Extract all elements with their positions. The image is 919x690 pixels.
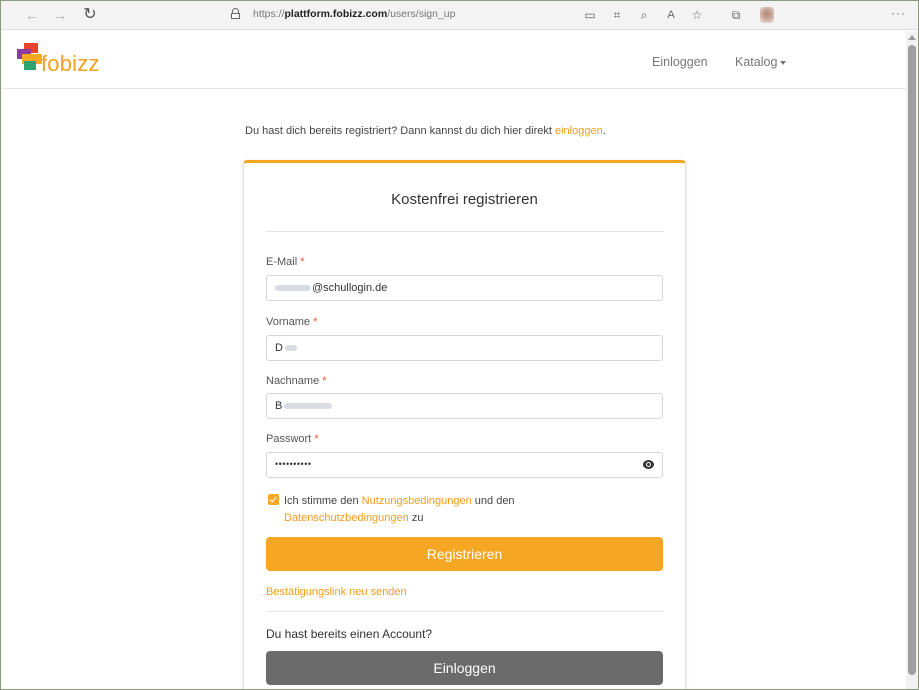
favorites-icon[interactable]: ☆ — [688, 6, 706, 24]
logo-text: fobizz — [41, 51, 100, 76]
eye-icon[interactable] — [643, 460, 654, 469]
privacy-policy-link[interactable]: Datenschutzbedingungen — [284, 512, 409, 524]
intro-login-link[interactable]: einloggen — [555, 125, 603, 137]
read-aloud-icon[interactable]: ▭ — [581, 6, 599, 24]
already-registered-text: Du hast dich bereits registriert? Dann k… — [245, 125, 606, 137]
redacted-text — [284, 403, 333, 410]
nav-katalog-label: Katalog — [735, 55, 778, 69]
lastname-field[interactable]: B — [266, 393, 663, 419]
text-size-icon[interactable]: A — [662, 6, 680, 24]
email-field[interactable]: @schullogin.de — [266, 275, 663, 301]
redacted-text — [284, 345, 297, 352]
firstname-field[interactable]: D — [266, 335, 663, 361]
nav-katalog-dropdown[interactable]: Katalog — [735, 55, 787, 69]
redacted-text — [275, 285, 311, 292]
checkmark-icon — [269, 494, 277, 503]
email-label: E-Mail * — [266, 256, 305, 268]
logo-mark-icon — [17, 43, 43, 71]
login-button[interactable]: Einloggen — [266, 651, 663, 685]
forward-arrow-icon[interactable]: → — [49, 5, 71, 25]
browser-toolbar: ← → ↻ https://plattform.fobizz.com/users… — [1, 1, 918, 30]
divider — [266, 231, 664, 232]
url-text[interactable]: https://plattform.fobizz.com/users/sign_… — [253, 8, 455, 20]
collections-icon[interactable]: ⧉ — [727, 6, 745, 24]
card-title: Kostenfrei registrieren — [391, 191, 538, 208]
site-header: fobizz Einloggen Katalog — [1, 31, 906, 89]
chevron-down-icon — [780, 60, 787, 65]
password-label: Passwort * — [266, 433, 319, 445]
divider — [266, 611, 664, 612]
split-screen-icon[interactable]: ⌗ — [608, 6, 626, 24]
registration-card: Kostenfrei registrieren E-Mail * @schull… — [243, 160, 686, 689]
password-field[interactable]: •••••••••• — [266, 452, 663, 478]
have-account-text: Du hast bereits einen Account? — [266, 627, 433, 641]
more-menu-icon[interactable]: ··· — [891, 6, 906, 20]
terms-text: Ich stimme den Nutzungsbedingungen und d… — [284, 495, 515, 524]
terms-of-use-link[interactable]: Nutzungsbedingungen — [362, 495, 472, 507]
scroll-up-arrow-icon[interactable] — [908, 35, 916, 40]
reload-icon[interactable]: ↻ — [79, 5, 101, 25]
register-button[interactable]: Registrieren — [266, 537, 663, 571]
back-arrow-icon[interactable]: ← — [21, 5, 43, 25]
firstname-label: Vorname * — [266, 316, 318, 328]
browser-window: ← → ↻ https://plattform.fobizz.com/users… — [0, 0, 919, 690]
fobizz-logo[interactable]: fobizz — [17, 43, 137, 77]
search-icon[interactable]: ⌕ — [635, 6, 653, 24]
profile-avatar[interactable] — [760, 7, 774, 23]
resend-confirmation-link[interactable]: Bestätigungslink neu senden — [266, 586, 407, 598]
nav-login-link[interactable]: Einloggen — [652, 55, 708, 69]
scrollbar-thumb[interactable] — [908, 45, 916, 675]
lastname-label: Nachname * — [266, 375, 327, 387]
lock-icon[interactable] — [231, 8, 240, 19]
terms-checkbox[interactable] — [268, 494, 279, 505]
scrollbar[interactable] — [906, 31, 918, 689]
